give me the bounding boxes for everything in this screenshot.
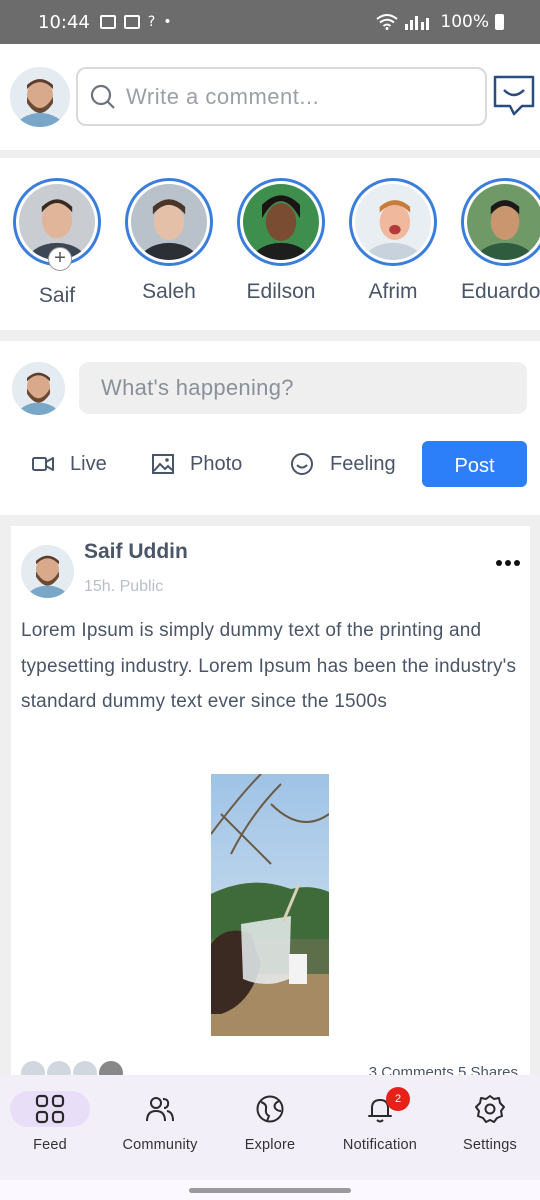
gallery-icon <box>123 15 140 29</box>
story-edilson[interactable]: Edilson <box>237 178 325 304</box>
nav-settings-label: Settings <box>463 1137 517 1153</box>
nav-feed[interactable]: Feed <box>0 1091 100 1153</box>
story-saleh[interactable]: Saleh <box>125 178 213 304</box>
video-camera-icon <box>32 457 54 471</box>
gear-icon <box>475 1095 505 1123</box>
post-composer: What's happening? Live Photo Feeling Pos… <box>0 341 540 515</box>
feeling-label: Feeling <box>330 452 396 475</box>
nav-settings[interactable]: Settings <box>440 1091 540 1153</box>
wifi-icon <box>376 14 399 30</box>
live-button[interactable]: Live <box>32 441 107 487</box>
nav-notification[interactable]: 2 Notification <box>330 1087 430 1153</box>
comment-input[interactable]: Write a comment... <box>76 67 487 126</box>
story-name: Saleh <box>142 280 196 303</box>
add-story-icon[interactable]: + <box>48 247 72 271</box>
message-icon[interactable] <box>492 74 536 118</box>
post-card: Saif Uddin 15h. Public Lorem Ipsum is si… <box>11 526 530 1086</box>
search-icon <box>90 84 115 109</box>
more-options-icon[interactable] <box>496 560 520 566</box>
bottom-navigation: Feed Community Explore 2 Notification Se… <box>0 1075 540 1180</box>
post-image[interactable] <box>211 774 329 1036</box>
no-signal-icon: ? <box>147 14 156 30</box>
comment-placeholder: Write a comment... <box>126 83 320 109</box>
story-name: Afrim <box>368 280 418 303</box>
feeling-button[interactable]: Feeling <box>290 441 396 487</box>
story-saif[interactable]: + Saif <box>13 178 101 308</box>
post-button[interactable]: Post <box>422 441 527 487</box>
image-icon <box>152 454 174 474</box>
story-name: Eduardo <box>461 280 540 303</box>
screenshot-icon <box>99 15 116 29</box>
nav-feed-label: Feed <box>33 1137 67 1153</box>
post-text: Lorem Ipsum is simply dummy text of the … <box>21 620 517 712</box>
photo-label: Photo <box>190 452 243 475</box>
grid-icon <box>35 1094 65 1124</box>
notification-badge: 2 <box>386 1087 410 1111</box>
story-avatar <box>243 184 319 260</box>
nav-community-label: Community <box>122 1137 198 1153</box>
dot-icon: • <box>163 14 172 30</box>
users-icon <box>146 1097 174 1122</box>
home-indicator[interactable] <box>0 1180 540 1200</box>
story-eduardo[interactable]: Eduardo <box>461 178 540 304</box>
status-bar: 10:44 ? • 100% <box>0 0 540 44</box>
status-time: 10:44 <box>38 11 90 33</box>
battery-icon <box>495 14 504 30</box>
nav-notification-label: Notification <box>342 1137 418 1153</box>
signal-icon <box>405 16 430 30</box>
composer-avatar <box>12 362 65 415</box>
whats-happening-input[interactable]: What's happening? <box>79 362 527 414</box>
photo-button[interactable]: Photo <box>152 441 242 487</box>
battery-level: 100% <box>440 12 489 32</box>
post-author-name[interactable]: Saif Uddin <box>84 540 188 564</box>
story-avatar <box>355 184 431 260</box>
top-bar: Write a comment... <box>0 44 540 150</box>
story-avatar <box>131 184 207 260</box>
nav-explore-label: Explore <box>244 1137 296 1153</box>
nav-community[interactable]: Community <box>110 1091 210 1153</box>
story-name: Edilson <box>246 280 316 303</box>
live-label: Live <box>70 452 107 475</box>
post-meta: 15h. Public <box>84 578 164 595</box>
smiley-icon <box>291 453 313 475</box>
story-avatar <box>467 184 540 260</box>
post-author-avatar[interactable] <box>21 545 74 598</box>
stories-bar: + Saif Saleh Edilson Afrim Eduardo <box>0 158 540 330</box>
nav-explore[interactable]: Explore <box>220 1091 320 1153</box>
globe-icon <box>256 1095 284 1123</box>
story-afrim[interactable]: Afrim <box>349 178 437 304</box>
story-name: Saif <box>38 284 76 307</box>
user-avatar[interactable] <box>10 67 70 127</box>
